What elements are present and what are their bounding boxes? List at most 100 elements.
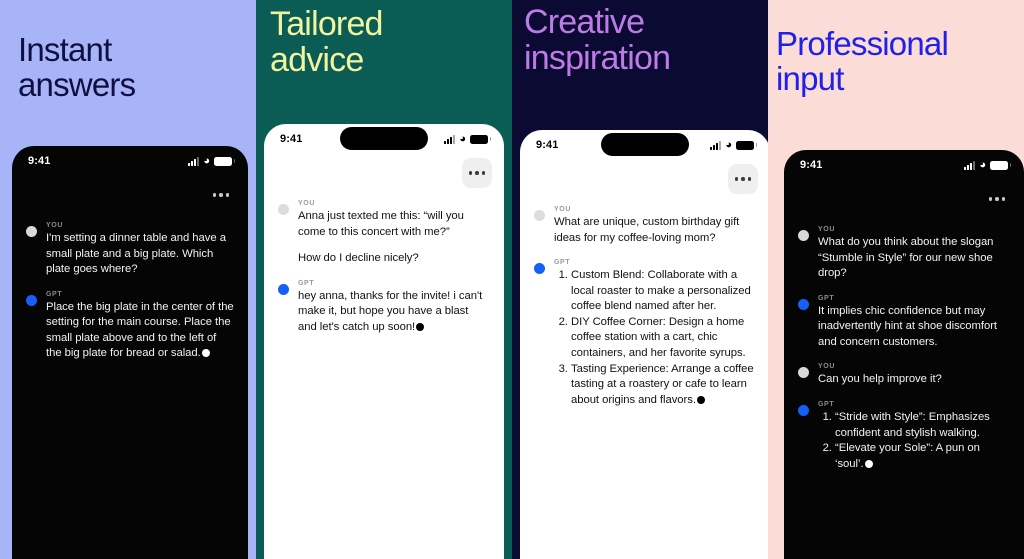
message-body: hey anna, thanks for the invite! i can't… — [298, 289, 490, 336]
message-role: GPT — [818, 294, 835, 302]
avatar-user — [798, 367, 809, 379]
dot-icon — [995, 197, 999, 201]
conversation-2: YOU Anna just texted me this: “will you … — [264, 188, 504, 335]
more-options-button-1[interactable] — [206, 180, 236, 210]
status-time-2: 9:41 — [280, 133, 303, 145]
dot-icon — [747, 177, 752, 181]
message-role: GPT — [818, 401, 835, 409]
list-item: DIY Coffee Corner: Design a home coffee … — [571, 315, 756, 362]
conversation-1: YOU I'm setting a dinner table and have … — [12, 210, 248, 362]
message-user: YOU What do you think about the slogan “… — [798, 226, 1010, 282]
typing-cursor-icon — [864, 459, 873, 468]
battery-icon — [214, 156, 235, 166]
message-user: YOU Can you help improve it? — [798, 363, 1010, 388]
list-item: Tasting Experience: Arrange a coffee tas… — [571, 362, 756, 409]
message-body: Place the big plate in the center of the… — [46, 300, 234, 362]
dot-icon — [225, 193, 230, 197]
message-role: YOU — [818, 363, 835, 371]
message-bubble: GPT hey anna, thanks for the invite! i c… — [298, 280, 490, 336]
message-role: GPT — [46, 290, 63, 298]
avatar-gpt — [798, 298, 809, 310]
dot-icon — [219, 193, 223, 197]
dot-icon — [988, 197, 993, 201]
message-assistant: GPT “Stride with Style”: Emphasizes conf… — [798, 401, 1010, 472]
more-row-4 — [784, 180, 1024, 214]
list-item: Custom Blend: Collaborate with a local r… — [571, 268, 756, 315]
message-assistant: GPT Custom Blend: Collaborate with a loc… — [534, 259, 756, 408]
cellular-bars-icon — [964, 160, 976, 170]
message-assistant: GPT hey anna, thanks for the invite! i c… — [278, 280, 490, 336]
dot-icon — [475, 171, 479, 175]
message-ordered-list: Custom Blend: Collaborate with a local r… — [554, 268, 756, 408]
status-bar-1: 9:41 ◕ — [12, 146, 248, 176]
avatar-user — [798, 230, 809, 241]
phone-mockup-1: 9:41 ◕ YOU I'm setting a dinner table an… — [12, 146, 248, 559]
message-bubble: YOU Anna just texted me this: “will you … — [298, 200, 490, 267]
message-role: YOU — [818, 226, 835, 233]
message-bubble: GPT Place the big plate in the center of… — [46, 291, 234, 362]
avatar-gpt — [534, 263, 545, 275]
conversation-4: YOU What do you think about the slogan “… — [784, 214, 1024, 472]
message-body: Can you help improve it? — [818, 372, 1010, 388]
message-role: GPT — [298, 279, 315, 287]
more-options-button-3[interactable] — [728, 164, 758, 194]
message-assistant: GPT It implies chic confidence but may i… — [798, 295, 1010, 351]
more-options-button-4[interactable] — [982, 184, 1012, 214]
more-row-3 — [520, 160, 770, 194]
cellular-bars-icon — [710, 140, 722, 150]
cellular-bars-icon — [444, 134, 456, 144]
dot-icon — [741, 177, 745, 181]
avatar-user — [534, 210, 545, 221]
wifi-icon: ◕ — [725, 138, 732, 151]
status-bar-4: 9:41 ◕ — [784, 150, 1024, 180]
message-body: Custom Blend: Collaborate with a local r… — [554, 268, 756, 408]
message-paragraph: How do I decline nicely? — [298, 252, 419, 265]
typing-cursor-icon — [416, 322, 425, 331]
avatar-gpt — [26, 294, 37, 306]
message-body: It implies chic confidence but may inadv… — [818, 304, 1010, 351]
message-ordered-list: “Stride with Style”: Emphasizes confiden… — [818, 410, 1010, 472]
message-bubble: GPT Custom Blend: Collaborate with a loc… — [554, 259, 756, 408]
message-bubble: YOU What are unique, custom birthday gif… — [554, 206, 756, 246]
message-paragraph: What do you think about the slogan “Stum… — [818, 236, 994, 280]
headline-creative-inspiration: Creative inspiration — [524, 3, 671, 78]
promo-collage: Instant answers 9:41 ◕ YOU I'm setting a… — [0, 0, 1024, 559]
status-time-4: 9:41 — [800, 159, 823, 171]
dot-icon — [468, 171, 473, 175]
status-bar-3: 9:41 ◕ — [520, 130, 770, 160]
avatar-gpt — [278, 283, 289, 295]
message-body: Anna just texted me this: “will you come… — [298, 209, 490, 267]
status-time-1: 9:41 — [28, 155, 51, 167]
conversation-3: YOU What are unique, custom birthday gif… — [520, 194, 770, 408]
status-icons-2: ◕ — [444, 132, 491, 145]
status-icons-4: ◕ — [964, 159, 1011, 171]
message-role: YOU — [298, 200, 315, 207]
wifi-icon: ◕ — [459, 132, 466, 145]
phone-mockup-4: 9:41 ◕ YOU What do you think about the s… — [784, 150, 1024, 559]
dynamic-island — [340, 127, 428, 150]
message-paragraph: What are unique, custom birthday gift id… — [554, 216, 740, 244]
message-body: I'm setting a dinner table and have a sm… — [46, 231, 234, 278]
message-bubble: GPT “Stride with Style”: Emphasizes conf… — [818, 401, 1010, 472]
dot-icon — [212, 193, 217, 197]
message-body: “Stride with Style”: Emphasizes confiden… — [818, 410, 1010, 472]
message-paragraph: I'm setting a dinner table and have a sm… — [46, 232, 226, 276]
phone-mockup-3: 9:41 ◕ YOU What are unique, custom birth… — [520, 130, 770, 559]
headline-professional-input: Professional input — [776, 25, 949, 98]
headline-tailored-advice: Tailored advice — [270, 5, 383, 80]
more-row-2 — [264, 154, 504, 188]
message-user: YOU I'm setting a dinner table and have … — [26, 222, 234, 278]
status-bar-2: 9:41 ◕ — [264, 124, 504, 154]
typing-cursor-icon — [201, 349, 210, 358]
message-body: What do you think about the slogan “Stum… — [818, 235, 1010, 282]
message-bubble: YOU I'm setting a dinner table and have … — [46, 222, 234, 278]
dot-icon — [1001, 197, 1006, 201]
phone-mockup-2: 9:41 ◕ YOU Anna just texted me this: “wi… — [264, 124, 504, 559]
more-options-button-2[interactable] — [462, 158, 492, 188]
status-time-3: 9:41 — [536, 139, 559, 151]
message-body: What are unique, custom birthday gift id… — [554, 215, 756, 246]
battery-icon — [470, 134, 491, 144]
message-paragraph: hey anna, thanks for the invite! i can't… — [298, 289, 483, 333]
message-role: YOU — [554, 206, 571, 213]
message-bubble: GPT It implies chic confidence but may i… — [818, 295, 1010, 351]
